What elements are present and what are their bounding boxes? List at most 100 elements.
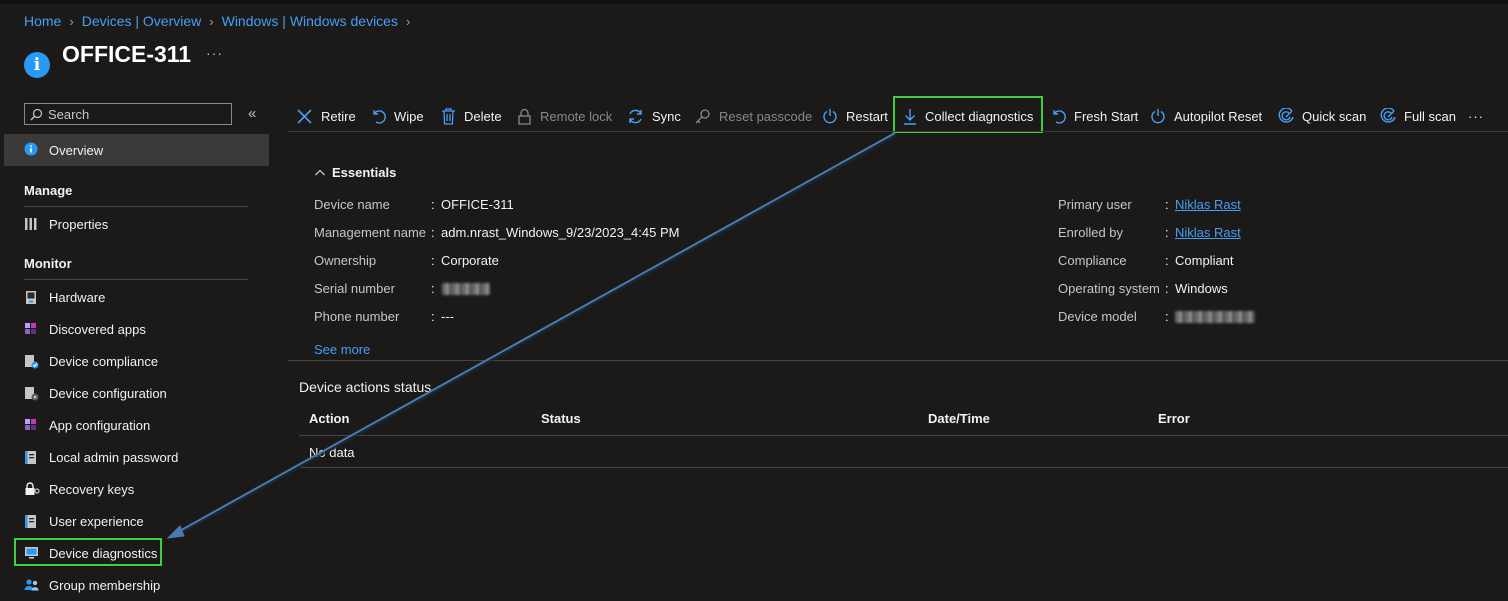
retire-button[interactable]: Retire [296, 106, 356, 126]
divider [299, 435, 1508, 436]
sidebar-item-label: Hardware [49, 290, 106, 305]
field-label: Device model [1058, 309, 1137, 324]
remote-lock-label: Remote lock [540, 108, 613, 124]
delete-button[interactable]: Delete [441, 106, 502, 126]
sidebar-item-hardware[interactable]: Hardware [4, 283, 269, 313]
column-header-error[interactable]: Error [1158, 411, 1190, 426]
field-colon: : [431, 225, 435, 240]
apps-icon [24, 322, 40, 338]
sidebar-item-label: Discovered apps [49, 322, 146, 337]
search-icon [30, 108, 43, 121]
password-icon [24, 450, 40, 466]
quick-scan-label: Quick scan [1302, 108, 1367, 124]
full-scan-button[interactable]: Full scan [1380, 106, 1456, 126]
fresh-start-button[interactable]: Fresh Start [1050, 106, 1138, 126]
sidebar-item-label: Properties [49, 217, 109, 232]
sync-label: Sync [652, 108, 681, 124]
undo-icon [373, 110, 386, 124]
breadcrumb-home[interactable]: Home [24, 13, 61, 29]
primary-user-link[interactable]: Niklas Rast [1175, 197, 1241, 212]
chevron-right-icon: › [209, 13, 214, 29]
group-icon [24, 578, 40, 594]
field-label: Enrolled by [1058, 225, 1124, 240]
operating-system-value: Windows [1175, 281, 1228, 296]
sidebar-item-device-configuration[interactable]: Device configuration [4, 379, 269, 409]
info-icon [24, 142, 40, 158]
quick-scan-button[interactable]: Quick scan [1278, 106, 1366, 126]
key-icon [695, 108, 710, 123]
sidebar-item-label: Device configuration [49, 386, 167, 401]
collapse-sidebar-icon[interactable]: « [248, 105, 256, 122]
column-header-status[interactable]: Status [541, 411, 581, 426]
retire-label: Retire [321, 108, 356, 124]
essentials-toggle[interactable]: Essentials [314, 165, 396, 180]
sidebar-item-local-admin-password[interactable]: Local admin password [4, 443, 269, 473]
serial-number-redacted [442, 283, 490, 295]
divider [24, 206, 248, 207]
autopilot-reset-button[interactable]: Autopilot Reset [1150, 106, 1262, 126]
field-label: Management name [314, 225, 427, 240]
sidebar-item-label: Device compliance [49, 354, 159, 369]
device-model-redacted [1175, 311, 1255, 323]
breadcrumb-devices-overview[interactable]: Devices | Overview [82, 13, 202, 29]
ownership-value: Corporate [441, 253, 499, 268]
divider [24, 279, 248, 280]
breadcrumb-windows-devices[interactable]: Windows | Windows devices [222, 13, 398, 29]
sidebar-search [24, 103, 232, 125]
see-more-link[interactable]: See more [314, 342, 370, 357]
power-icon [1151, 109, 1165, 124]
highlight-collect-diagnostics [893, 96, 1043, 133]
sidebar-item-app-configuration[interactable]: App configuration [4, 411, 269, 441]
sidebar-item-user-experience[interactable]: User experience [4, 507, 269, 537]
chevron-right-icon: › [405, 13, 411, 29]
restart-label: Restart [846, 108, 888, 124]
column-header-datetime[interactable]: Date/Time [928, 411, 990, 426]
sidebar-item-recovery-keys[interactable]: Recovery keys [4, 475, 269, 505]
chevron-up-icon [315, 169, 325, 175]
close-icon [297, 108, 312, 124]
field-colon: : [1165, 309, 1169, 324]
remote-lock-button[interactable]: Remote lock [517, 106, 612, 126]
field-label: Device name [314, 197, 390, 212]
sidebar-item-device-compliance[interactable]: Device compliance [4, 347, 269, 377]
actions-status-title: Device actions status [299, 379, 432, 395]
more-options-icon[interactable]: ··· [206, 45, 223, 61]
sidebar-item-properties[interactable]: Properties [4, 210, 269, 240]
field-colon: : [1165, 197, 1169, 212]
field-colon: : [1165, 225, 1169, 240]
reset-passcode-button[interactable]: Reset passcode [694, 106, 812, 126]
wipe-button[interactable]: Wipe [370, 106, 424, 126]
scan-icon [1380, 108, 1396, 123]
app-configuration-icon [24, 418, 40, 434]
field-colon: : [1165, 281, 1169, 296]
sidebar-item-group-membership[interactable]: Group membership [4, 571, 269, 601]
sidebar-item-overview[interactable]: Overview [4, 134, 269, 166]
reset-passcode-label: Reset passcode [719, 108, 813, 124]
divider [288, 131, 1508, 132]
field-label: Compliance [1058, 253, 1127, 268]
user-experience-icon [24, 514, 40, 530]
field-label: Operating system [1058, 281, 1160, 296]
field-colon: : [431, 281, 435, 296]
restart-button[interactable]: Restart [822, 106, 888, 126]
sidebar-item-label: User experience [49, 514, 144, 529]
sidebar-item-label: Local admin password [49, 450, 179, 465]
empty-table-message: No data [309, 445, 355, 460]
sidebar-item-label: App configuration [49, 418, 151, 433]
wipe-label: Wipe [394, 108, 424, 124]
toolbar-more-icon[interactable]: ··· [1468, 106, 1484, 126]
scan-icon [1278, 108, 1294, 123]
sync-button[interactable]: Sync [627, 106, 681, 126]
lock-icon [518, 108, 531, 125]
column-header-action[interactable]: Action [309, 411, 349, 426]
field-label: Primary user [1058, 197, 1132, 212]
chevron-right-icon: › [69, 13, 74, 29]
hardware-icon [24, 290, 40, 306]
management-name-value: adm.nrast_Windows_9/23/2023_4:45 PM [441, 225, 680, 240]
field-colon: : [431, 197, 435, 212]
search-input[interactable] [48, 104, 228, 124]
enrolled-by-link[interactable]: Niklas Rast [1175, 225, 1241, 240]
field-colon: : [1165, 253, 1169, 268]
sidebar-item-discovered-apps[interactable]: Discovered apps [4, 315, 269, 345]
page-title: OFFICE-311 [62, 41, 192, 67]
